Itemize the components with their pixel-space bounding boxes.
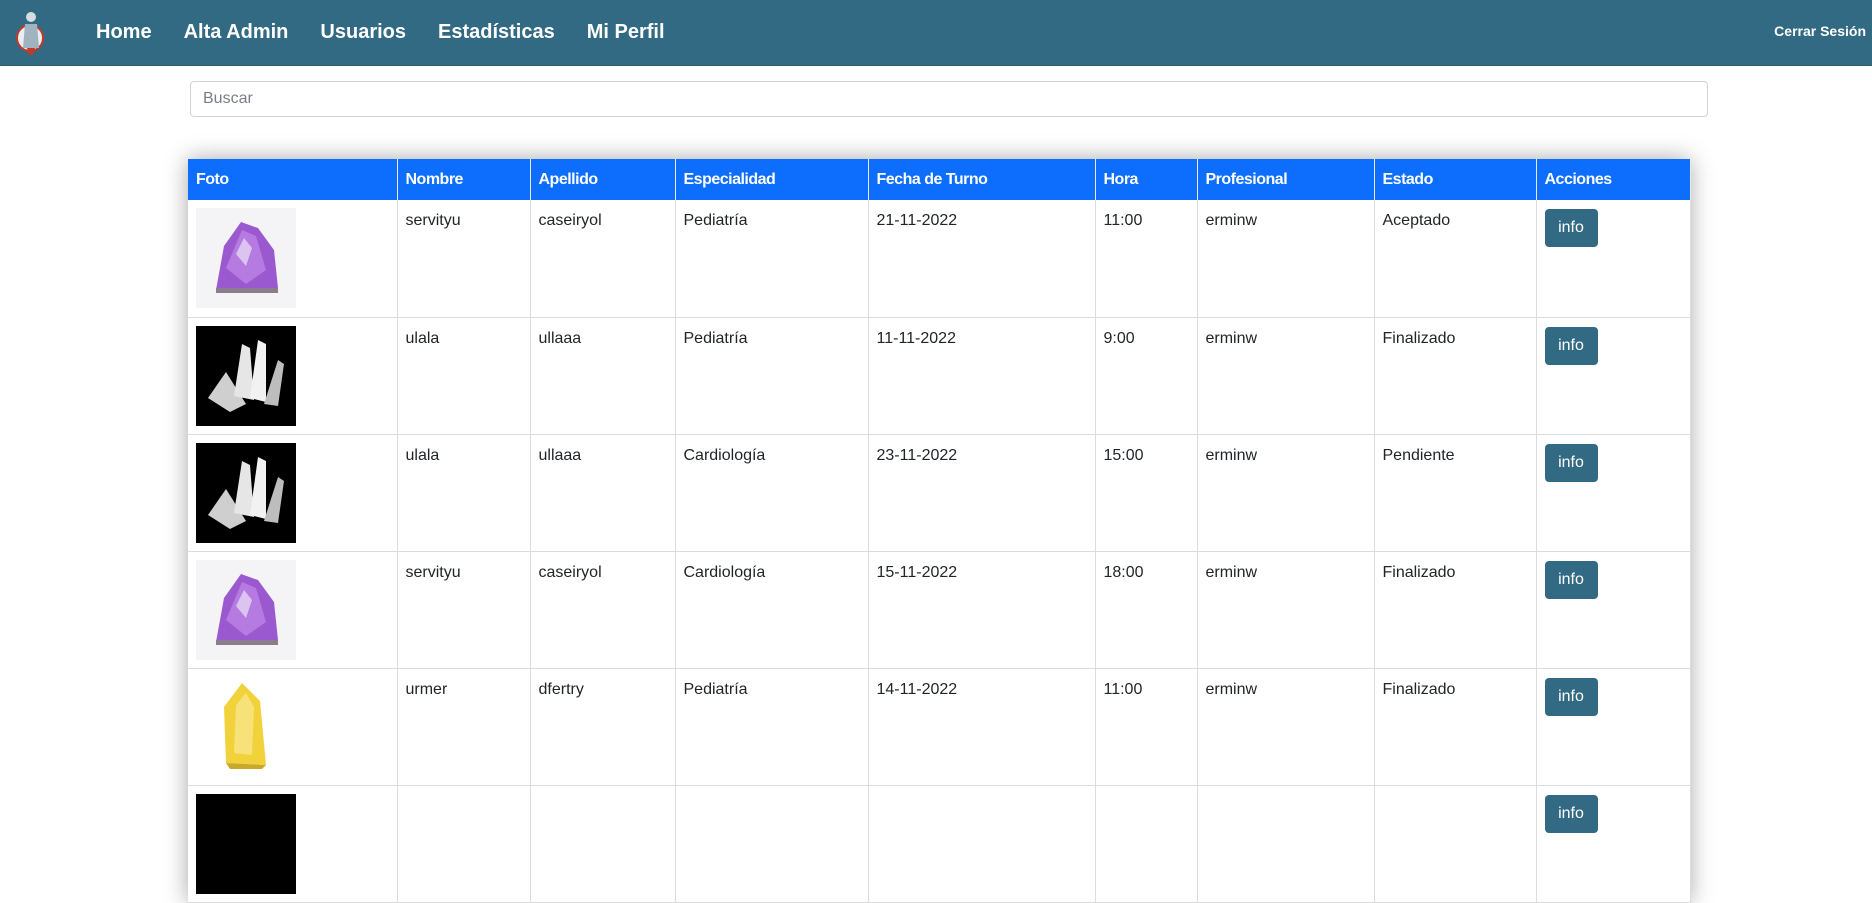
cell-fecha: 15-11-2022 [868, 551, 1096, 669]
cell-estado: Pendiente [1374, 434, 1537, 552]
cell-nombre: ulala [397, 434, 531, 552]
table-row: info [188, 785, 1691, 903]
header-acciones: Acciones [1536, 159, 1691, 200]
cell-hora [1095, 785, 1198, 903]
info-button[interactable]: info [1544, 794, 1598, 833]
photo-cell [188, 317, 398, 435]
purple-crystal-image [196, 208, 296, 308]
cell-estado: Finalizado [1374, 317, 1537, 435]
table-row: ulala ullaaa Cardiología 23-11-2022 15:0… [188, 434, 1691, 552]
photo-cell [188, 551, 398, 669]
clear-quartz-image [196, 442, 296, 543]
actions-cell: info [1536, 668, 1691, 786]
info-button[interactable]: info [1544, 326, 1598, 365]
cell-estado: Finalizado [1374, 551, 1537, 669]
cell-profesional: erminw [1197, 200, 1375, 318]
nav-mi-perfil[interactable]: Mi Perfil [587, 21, 665, 44]
cell-apellido: dfertry [530, 668, 676, 786]
cell-fecha [868, 785, 1096, 903]
appointments-table-container: Foto Nombre Apellido Especialidad Fecha … [188, 159, 1691, 903]
clear-quartz-image [196, 793, 296, 894]
cell-hora: 9:00 [1095, 317, 1198, 435]
photo-cell [188, 200, 398, 318]
cell-nombre: servityu [397, 200, 531, 318]
cell-nombre: urmer [397, 668, 531, 786]
header-profesional: Profesional [1197, 159, 1375, 200]
cell-especialidad [675, 785, 869, 903]
photo-cell [188, 434, 398, 552]
cell-hora: 11:00 [1095, 668, 1198, 786]
info-button[interactable]: info [1544, 443, 1598, 482]
clinic-logo-icon[interactable] [14, 8, 48, 58]
cell-apellido: ullaaa [530, 317, 676, 435]
cell-estado: Aceptado [1374, 200, 1537, 318]
header-apellido: Apellido [530, 159, 676, 200]
table-row: servityu caseiryol Pediatría 21-11-2022 … [188, 200, 1691, 318]
cell-apellido: ullaaa [530, 434, 676, 552]
cell-nombre: servityu [397, 551, 531, 669]
nav-home[interactable]: Home [96, 21, 152, 44]
info-button[interactable]: info [1544, 677, 1598, 716]
cell-estado [1374, 785, 1537, 903]
cell-hora: 15:00 [1095, 434, 1198, 552]
header-fecha: Fecha de Turno [868, 159, 1096, 200]
purple-crystal-image [196, 559, 296, 660]
actions-cell: info [1536, 317, 1691, 435]
header-especialidad: Especialidad [675, 159, 869, 200]
yellow-crystal-image [196, 676, 296, 777]
table-header-row: Foto Nombre Apellido Especialidad Fecha … [188, 159, 1691, 200]
cell-estado: Finalizado [1374, 668, 1537, 786]
actions-cell: info [1536, 434, 1691, 552]
cell-especialidad: Cardiología [675, 434, 869, 552]
cell-profesional: erminw [1197, 317, 1375, 435]
cell-especialidad: Cardiología [675, 551, 869, 669]
table-row: ulala ullaaa Pediatría 11-11-2022 9:00 e… [188, 317, 1691, 435]
cell-hora: 11:00 [1095, 200, 1198, 318]
cell-hora: 18:00 [1095, 551, 1198, 669]
header-nombre: Nombre [397, 159, 531, 200]
cell-fecha: 21-11-2022 [868, 200, 1096, 318]
search-input[interactable] [190, 81, 1708, 117]
cell-fecha: 23-11-2022 [868, 434, 1096, 552]
cell-apellido: caseiryol [530, 200, 676, 318]
appointments-table: Foto Nombre Apellido Especialidad Fecha … [188, 159, 1691, 903]
actions-cell: info [1536, 785, 1691, 903]
cell-profesional: erminw [1197, 668, 1375, 786]
nav-usuarios[interactable]: Usuarios [320, 21, 406, 44]
cell-nombre [397, 785, 531, 903]
table-row: urmer dfertry Pediatría 14-11-2022 11:00… [188, 668, 1691, 786]
header-hora: Hora [1095, 159, 1198, 200]
cell-apellido: caseiryol [530, 551, 676, 669]
info-button[interactable]: info [1544, 560, 1598, 599]
table-row: servityu caseiryol Cardiología 15-11-202… [188, 551, 1691, 669]
clear-quartz-image [196, 325, 296, 426]
header-estado: Estado [1374, 159, 1537, 200]
info-button[interactable]: info [1544, 209, 1598, 247]
photo-cell [188, 785, 398, 903]
cell-apellido [530, 785, 676, 903]
photo-cell [188, 668, 398, 786]
nav-estadisticas[interactable]: Estadísticas [438, 21, 555, 44]
top-navbar: Home Alta Admin Usuarios Estadísticas Mi… [0, 0, 1872, 66]
cell-fecha: 14-11-2022 [868, 668, 1096, 786]
actions-cell: info [1536, 200, 1691, 318]
actions-cell: info [1536, 551, 1691, 669]
cell-especialidad: Pediatría [675, 200, 869, 318]
header-foto: Foto [188, 159, 398, 200]
cell-fecha: 11-11-2022 [868, 317, 1096, 435]
cell-profesional: erminw [1197, 551, 1375, 669]
cell-profesional [1197, 785, 1375, 903]
cell-profesional: erminw [1197, 434, 1375, 552]
cell-especialidad: Pediatría [675, 317, 869, 435]
nav-alta-admin[interactable]: Alta Admin [184, 21, 289, 44]
logout-link[interactable]: Cerrar Sesión [1774, 23, 1866, 39]
cell-especialidad: Pediatría [675, 668, 869, 786]
nav-links: Home Alta Admin Usuarios Estadísticas Mi… [96, 0, 697, 65]
cell-nombre: ulala [397, 317, 531, 435]
